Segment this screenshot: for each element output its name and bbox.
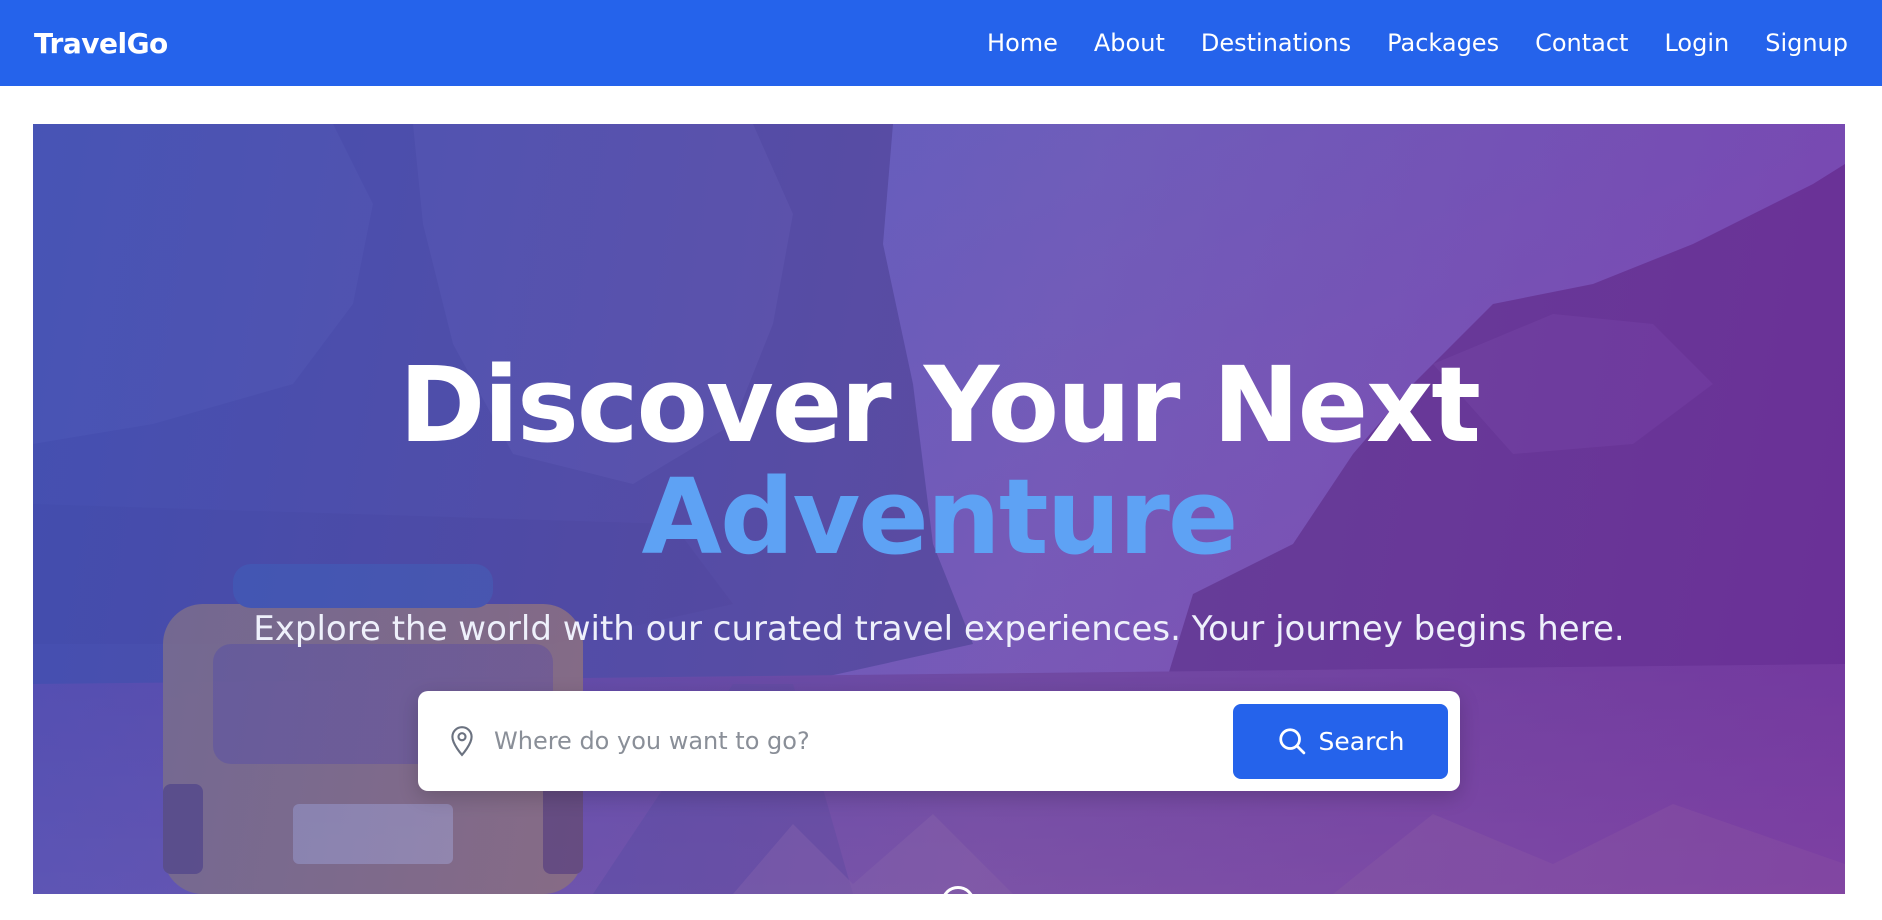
nav-link-about[interactable]: About — [1094, 29, 1165, 57]
nav-link-home[interactable]: Home — [987, 29, 1058, 57]
scroll-down-indicator[interactable] — [941, 886, 975, 920]
brand-logo[interactable]: TravelGo — [34, 27, 168, 60]
hero-subtitle: Explore the world with our curated trave… — [253, 609, 1625, 649]
top-navbar: TravelGo Home About Destinations Package… — [0, 0, 1882, 86]
nav-links: Home About Destinations Packages Contact… — [987, 29, 1848, 57]
nav-link-signup[interactable]: Signup — [1765, 29, 1848, 57]
destination-search-bar: Search — [418, 691, 1460, 791]
hero-content: Discover Your Next Adventure Explore the… — [33, 124, 1845, 894]
hero-title-highlight: Adventure — [641, 456, 1239, 578]
search-button[interactable]: Search — [1233, 703, 1448, 779]
nav-link-packages[interactable]: Packages — [1387, 29, 1499, 57]
hero-title-line1: Discover Your Next — [399, 344, 1481, 466]
search-icon — [1277, 726, 1307, 756]
nav-link-contact[interactable]: Contact — [1535, 29, 1628, 57]
map-pin-icon — [448, 725, 476, 757]
hero-title: Discover Your Next Adventure — [399, 349, 1481, 578]
nav-link-destinations[interactable]: Destinations — [1201, 29, 1351, 57]
destination-search-input[interactable] — [494, 711, 1233, 771]
nav-link-login[interactable]: Login — [1664, 29, 1729, 57]
search-button-label: Search — [1318, 726, 1405, 756]
hero-section: Discover Your Next Adventure Explore the… — [33, 124, 1845, 894]
